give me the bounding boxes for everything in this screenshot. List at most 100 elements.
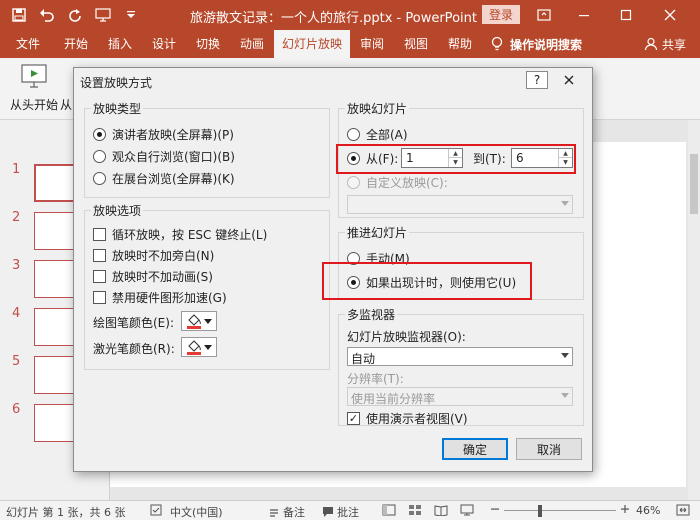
maximize-icon [620, 9, 632, 21]
minimize-button[interactable] [574, 5, 594, 25]
option-label: 全部(A) [366, 127, 408, 142]
thumb-number-1: 1 [12, 162, 21, 177]
save-icon [12, 8, 26, 22]
chevron-down-icon [127, 11, 135, 18]
radio-button[interactable] [93, 171, 106, 185]
show-all-option[interactable]: 全部(A) [347, 125, 408, 143]
tab-transitions[interactable]: 切换 [188, 30, 228, 58]
slide-sorter-button[interactable] [408, 504, 422, 516]
tab-slide-show[interactable]: 幻灯片放映 [274, 30, 351, 58]
scrollbar-thumb[interactable] [690, 154, 698, 214]
redo-icon [69, 9, 81, 22]
slideshow-monitor-select[interactable]: 自动 [347, 347, 573, 366]
undo-button[interactable] [36, 5, 58, 25]
tab-review[interactable]: 审阅 [352, 30, 392, 58]
normal-view-button[interactable] [382, 504, 396, 516]
tell-me-search[interactable]: 操作说明搜索 [490, 30, 582, 58]
ribbon-display-options-button[interactable] [534, 5, 554, 25]
advance-timings-option[interactable]: 如果出现计时，则使用它(U) [347, 273, 516, 291]
start-slideshow-qat-button[interactable] [92, 5, 114, 25]
slideshow-play-icon [21, 64, 47, 88]
advance-manual-option[interactable]: 手动(M) [347, 249, 410, 267]
zoom-slider-thumb[interactable] [538, 505, 542, 517]
no-narration-checkbox[interactable]: 放映时不加旁白(N) [93, 246, 214, 264]
radio-button[interactable] [93, 149, 106, 163]
redo-button[interactable] [64, 5, 86, 25]
close-icon [664, 9, 676, 21]
tab-help[interactable]: 帮助 [440, 30, 480, 58]
checkbox[interactable] [93, 227, 106, 241]
radio-button[interactable] [347, 127, 360, 141]
dialog-help-button[interactable]: ? [526, 71, 548, 89]
show-from-option[interactable]: 从(F): [347, 149, 398, 167]
show-type-window-option[interactable]: 观众自行浏览(窗口)(B) [93, 147, 235, 165]
pen-color-picker[interactable] [181, 311, 217, 331]
notes-button[interactable]: 备注 [268, 504, 305, 520]
radio-button[interactable] [347, 251, 360, 265]
tab-insert[interactable]: 插入 [100, 30, 140, 58]
save-button[interactable] [8, 5, 30, 25]
thumb-number-4: 4 [12, 306, 21, 321]
checkbox[interactable] [93, 290, 106, 304]
slide-counter: 幻灯片 第 1 张，共 6 张 [6, 506, 126, 519]
spin-arrows[interactable]: ▲ ▼ [448, 149, 462, 167]
spin-down-icon[interactable]: ▼ [449, 158, 462, 167]
option-label: 在展台浏览(全屏幕)(K) [112, 171, 235, 186]
comments-button[interactable]: 批注 [322, 504, 359, 520]
resolution-label: 分辨率(T): [347, 371, 404, 386]
maximize-button[interactable] [616, 5, 636, 25]
customize-qat-button[interactable] [120, 5, 142, 25]
zoom-in-button[interactable] [620, 504, 630, 514]
spin-up-icon[interactable]: ▲ [449, 149, 462, 158]
presenter-view-checkbox[interactable]: ✓ 使用演示者视图(V) [347, 409, 468, 427]
tab-view[interactable]: 视图 [396, 30, 436, 58]
zoom-out-button[interactable] [490, 504, 500, 514]
slideshow-view-button[interactable] [460, 504, 474, 516]
checkbox-checked[interactable]: ✓ [347, 411, 360, 425]
tab-home[interactable]: 开始 [56, 30, 96, 58]
from-beginning-button[interactable] [14, 62, 52, 90]
login-button[interactable]: 登录 [482, 5, 520, 24]
to-slide-value[interactable]: 6 [516, 151, 524, 165]
from-slide-stepper[interactable]: 1 ▲ ▼ [401, 148, 463, 168]
close-window-button[interactable] [660, 5, 680, 25]
from-current-label[interactable]: 从 [60, 96, 72, 113]
spin-up-icon[interactable]: ▲ [559, 149, 572, 158]
language-status[interactable]: 中文(中国) [170, 504, 223, 520]
zoom-level[interactable]: 46% [636, 504, 660, 517]
vertical-scrollbar[interactable] [688, 120, 700, 500]
laser-color-picker[interactable] [181, 337, 217, 357]
checkbox[interactable] [93, 269, 106, 283]
tab-design[interactable]: 设计 [144, 30, 184, 58]
zoom-slider-track[interactable] [504, 510, 616, 511]
to-label: 到(T): [473, 151, 506, 166]
dialog-close-button[interactable] [552, 71, 586, 89]
option-label: 如果出现计时，则使用它(U) [366, 275, 517, 290]
spin-arrows[interactable]: ▲ ▼ [558, 149, 572, 167]
checkbox[interactable] [93, 248, 106, 262]
reading-view-button[interactable] [434, 504, 448, 516]
show-type-kiosk-option[interactable]: 在展台浏览(全屏幕)(K) [93, 169, 235, 187]
no-animation-checkbox[interactable]: 放映时不加动画(S) [93, 267, 213, 285]
show-type-group: 放映类型 演讲者放映(全屏幕)(P) 观众自行浏览(窗口)(B) 在展台浏览(全… [84, 100, 330, 198]
share-button[interactable]: 共享 [644, 30, 686, 58]
loop-continuously-checkbox[interactable]: 循环放映，按 ESC 键终止(L) [93, 225, 267, 243]
notes-icon [270, 509, 278, 517]
tell-me-label: 操作说明搜索 [510, 37, 583, 52]
radio-button[interactable] [347, 275, 360, 289]
ok-button[interactable]: 确定 [442, 438, 508, 460]
spelling-status[interactable] [150, 504, 162, 516]
cancel-button[interactable]: 取消 [516, 438, 582, 460]
undo-icon [40, 9, 54, 22]
radio-button[interactable] [93, 127, 106, 141]
tab-animations[interactable]: 动画 [232, 30, 272, 58]
fit-to-window-button[interactable] [676, 504, 690, 516]
to-slide-stepper[interactable]: 6 ▲ ▼ [511, 148, 573, 168]
radio-button[interactable] [347, 151, 360, 165]
from-slide-value[interactable]: 1 [406, 151, 414, 165]
minus-icon [491, 508, 499, 510]
spin-down-icon[interactable]: ▼ [559, 158, 572, 167]
show-type-presenter-option[interactable]: 演讲者放映(全屏幕)(P) [93, 125, 234, 143]
tab-file[interactable]: 文件 [8, 30, 48, 58]
disable-hw-accel-checkbox[interactable]: 禁用硬件图形加速(G) [93, 288, 227, 306]
